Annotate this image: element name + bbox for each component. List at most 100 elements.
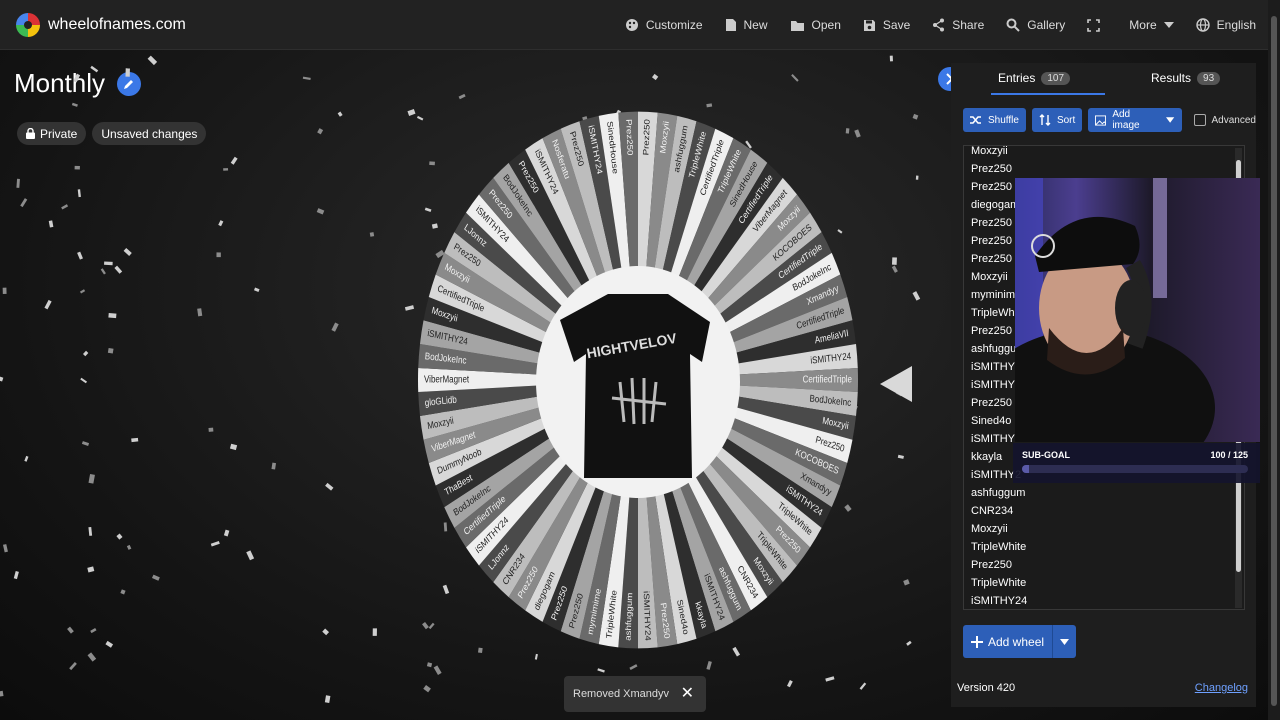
sub-goal-progress-fill bbox=[1022, 465, 1030, 473]
confetti-piece bbox=[13, 571, 19, 580]
sub-goal-count: 100 / 125 bbox=[1210, 450, 1248, 460]
entry-line[interactable]: Prez250 bbox=[971, 214, 1012, 232]
confetti-piece bbox=[271, 462, 277, 470]
entry-line[interactable]: TripleWhit bbox=[971, 304, 1020, 322]
confetti-piece bbox=[80, 377, 88, 384]
confetti-piece bbox=[120, 589, 126, 595]
confetti-piece bbox=[218, 220, 224, 227]
entry-line[interactable]: myminime bbox=[971, 286, 1021, 304]
name-wheel[interactable]: Prez250 Moxzyii ashfuggumTripleWhiteCertif… bbox=[380, 90, 900, 670]
confetti-piece bbox=[81, 441, 90, 447]
removed-toast: Removed Xmandyv ✕ bbox=[564, 676, 706, 712]
entry-line[interactable]: Prez250 bbox=[971, 178, 1012, 196]
entry-line[interactable]: iSMITHY2 bbox=[971, 376, 1021, 394]
confetti-piece bbox=[87, 652, 97, 662]
shuffle-button[interactable]: Shuffle bbox=[963, 108, 1026, 132]
confetti-piece bbox=[903, 579, 910, 586]
entry-line[interactable]: CNR234 bbox=[971, 502, 1013, 520]
image-icon bbox=[1095, 114, 1107, 126]
webcam-overlay bbox=[1015, 178, 1260, 442]
entries-toolbar: Shuffle Sort Add image Advanced bbox=[963, 108, 1256, 132]
confetti-piece bbox=[67, 626, 74, 634]
confetti-piece bbox=[105, 640, 114, 648]
add-image-label: Add image bbox=[1112, 109, 1140, 131]
scrollbar-thumb[interactable] bbox=[1271, 16, 1277, 706]
confetti-piece bbox=[107, 347, 114, 354]
close-icon[interactable]: ✕ bbox=[681, 686, 694, 702]
shuffle-icon bbox=[970, 116, 981, 124]
add-wheel-group: Add wheel bbox=[963, 625, 1077, 658]
confetti-piece bbox=[322, 628, 330, 636]
wheel-segment-label: ViberMagnet bbox=[424, 374, 470, 385]
confetti-piece bbox=[316, 208, 325, 215]
checkbox-box[interactable] bbox=[1193, 114, 1206, 126]
confetti-piece bbox=[108, 312, 117, 319]
sub-goal-progress bbox=[1022, 465, 1248, 473]
wheel-segment-label: iSMITHY24 bbox=[642, 591, 653, 641]
add-image-button[interactable]: Add image bbox=[1088, 108, 1182, 132]
toast-message: Removed Xmandyv bbox=[573, 688, 669, 700]
confetti-piece bbox=[116, 533, 123, 540]
confetti-piece bbox=[2, 287, 7, 294]
confetti-piece bbox=[77, 251, 83, 260]
confetti-piece bbox=[223, 168, 229, 171]
entry-line[interactable]: Prez250 bbox=[971, 160, 1012, 178]
results-count-badge: 93 bbox=[1197, 71, 1221, 85]
page-scrollbar[interactable] bbox=[1268, 0, 1280, 720]
entry-line[interactable]: Prez250 bbox=[971, 394, 1012, 412]
wheel-pointer bbox=[880, 366, 912, 402]
entry-line[interactable]: iSMITHY24 bbox=[971, 592, 1027, 609]
entry-line[interactable]: Prez250 bbox=[971, 232, 1012, 250]
confetti-piece bbox=[325, 482, 334, 491]
confetti-piece bbox=[229, 443, 238, 451]
plus-icon bbox=[971, 635, 983, 648]
streamer-video bbox=[1015, 178, 1215, 442]
confetti-piece bbox=[131, 437, 139, 443]
tab-results[interactable]: Results 93 bbox=[1151, 71, 1221, 85]
entry-line[interactable]: Prez250 bbox=[971, 250, 1012, 268]
confetti-piece bbox=[125, 68, 130, 77]
confetti-piece bbox=[100, 268, 106, 275]
add-wheel-dropdown[interactable] bbox=[1052, 625, 1077, 658]
entry-line[interactable]: diegogam bbox=[971, 196, 1019, 214]
confetti-piece bbox=[317, 128, 324, 135]
confetti-piece bbox=[2, 544, 8, 553]
confetti-piece bbox=[915, 175, 919, 180]
entry-line[interactable]: ashfuggum bbox=[971, 484, 1025, 502]
entry-line[interactable]: Prez250 bbox=[971, 556, 1012, 574]
tab-entries[interactable]: Entries 107 bbox=[998, 71, 1071, 85]
entry-line[interactable]: Moxzyii bbox=[971, 520, 1008, 538]
confetti-piece bbox=[302, 76, 311, 81]
confetti-piece bbox=[90, 627, 97, 634]
entry-line[interactable]: TripleWhite bbox=[971, 538, 1026, 556]
confetti-piece bbox=[20, 198, 28, 208]
confetti-piece bbox=[208, 427, 214, 432]
changelog-link[interactable]: Changelog bbox=[1195, 682, 1248, 694]
confetti-piece bbox=[69, 662, 77, 671]
add-wheel-button[interactable]: Add wheel bbox=[963, 625, 1053, 658]
tab-results-label: Results bbox=[1151, 71, 1192, 85]
confetti-piece bbox=[859, 682, 867, 690]
chevron-down-icon bbox=[1166, 117, 1175, 123]
confetti-piece bbox=[71, 102, 78, 107]
confetti-piece bbox=[912, 291, 921, 301]
confetti-piece bbox=[90, 65, 99, 73]
entry-line[interactable]: Prez250 bbox=[971, 322, 1012, 340]
advanced-checkbox[interactable]: Advanced bbox=[1193, 114, 1256, 126]
confetti-piece bbox=[372, 628, 377, 636]
entry-line[interactable]: TripleWhite bbox=[971, 574, 1026, 592]
sort-button[interactable]: Sort bbox=[1031, 108, 1083, 132]
entry-line[interactable]: Moxzyii bbox=[971, 146, 1008, 160]
confetti-piece bbox=[147, 55, 158, 66]
add-wheel-label: Add wheel bbox=[988, 634, 1045, 649]
confetti-piece bbox=[0, 376, 4, 382]
entry-line[interactable]: kkayla bbox=[971, 448, 1002, 466]
entry-line[interactable]: Moxzyii bbox=[971, 268, 1008, 286]
advanced-label: Advanced bbox=[1211, 114, 1256, 126]
entry-line[interactable]: Sined4o bbox=[971, 412, 1011, 430]
sub-goal-label: SUB-GOAL bbox=[1022, 450, 1070, 460]
version-text: Version 420 bbox=[957, 682, 1016, 694]
confetti-piece bbox=[61, 204, 69, 210]
entries-count-badge: 107 bbox=[1041, 71, 1071, 85]
confetti-piece bbox=[114, 265, 123, 274]
